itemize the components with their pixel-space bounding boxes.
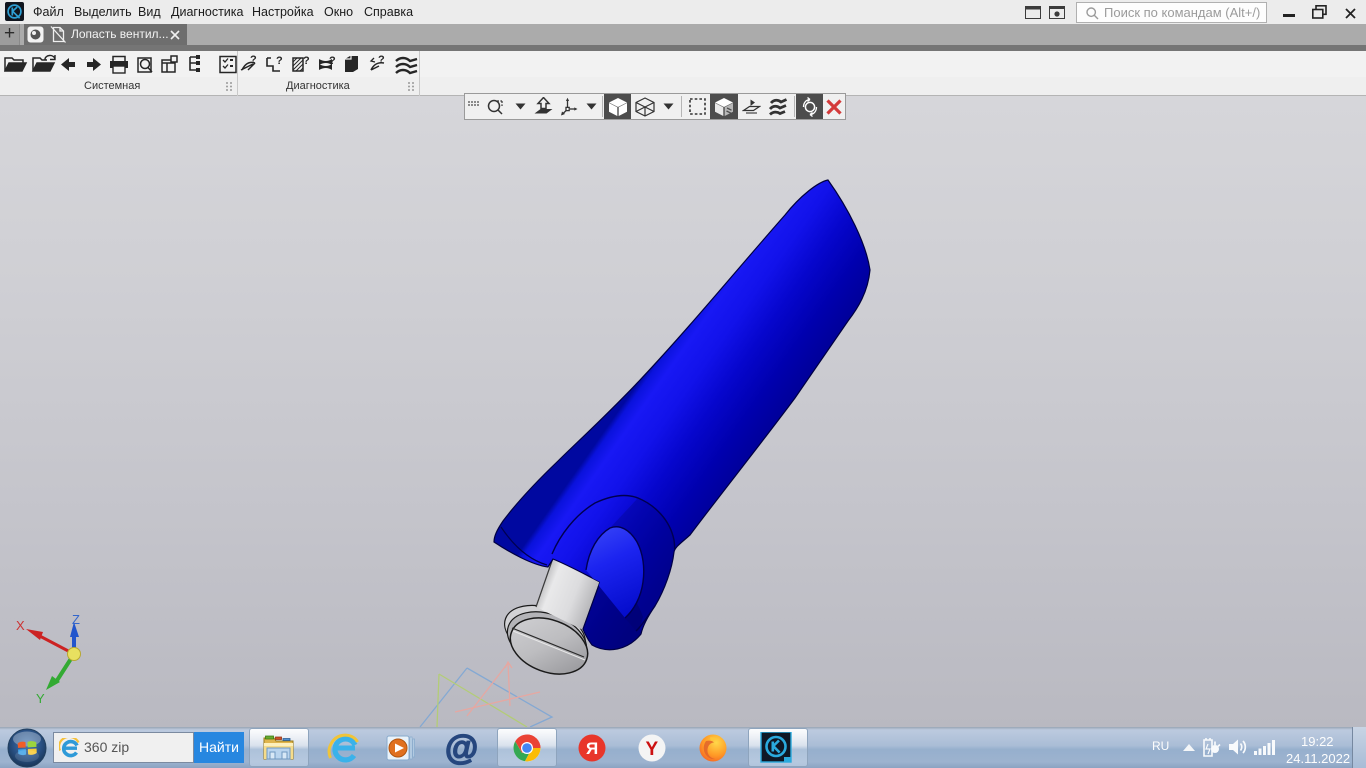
svg-text:Я: Я <box>586 739 598 758</box>
svg-text:Y: Y <box>646 739 659 760</box>
svg-text:Y: Y <box>36 691 45 706</box>
svg-text:?: ? <box>329 55 336 67</box>
svg-text:X: X <box>16 618 25 633</box>
svg-text:?: ? <box>250 54 257 66</box>
svg-text:?: ? <box>276 55 283 67</box>
svg-text:?: ? <box>378 54 385 66</box>
svg-text:?: ? <box>303 55 310 67</box>
svg-text:Z: Z <box>72 612 80 627</box>
